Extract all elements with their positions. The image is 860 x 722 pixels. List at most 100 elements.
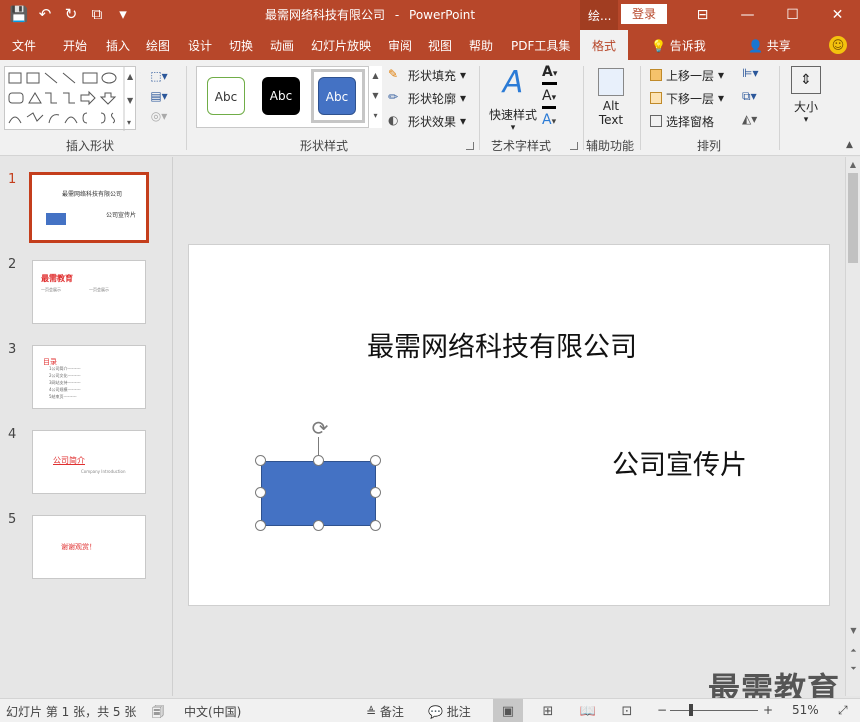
maximize-icon[interactable]: ☐ xyxy=(770,0,815,30)
feedback-smile-icon[interactable]: ☺ xyxy=(829,36,847,54)
resize-handle-top[interactable] xyxy=(313,455,324,466)
text-effects-button[interactable]: A▾ xyxy=(542,112,556,130)
fit-to-window-icon[interactable]: ⤢ xyxy=(838,703,848,718)
shape-fill-label: 形状填充 xyxy=(408,68,457,83)
language-indicator[interactable]: 中文(中国) xyxy=(184,703,241,720)
pane-divider[interactable] xyxy=(172,157,173,696)
slide-canvas[interactable]: 最需网络科技有限公司 公司宣传片 ⟳ xyxy=(188,244,830,606)
next-slide-icon[interactable]: ⏷ xyxy=(846,663,860,675)
thumbnail-slide-3[interactable]: 目录 1公司简介--------- 2公司文化--------- 3网站支持--… xyxy=(32,345,146,409)
dialog-launcher-icon[interactable] xyxy=(466,142,474,150)
tab-design[interactable]: 设计 xyxy=(188,37,212,54)
quick-styles-button[interactable]: A 快速样式 ▾ xyxy=(486,66,540,134)
text-box-icon[interactable]: ▤▾ xyxy=(144,86,174,106)
style-gallery-scroll: ▲ ▼ ▾ xyxy=(368,66,382,128)
slide-subtitle[interactable]: 公司宣传片 xyxy=(612,443,747,482)
group-objects-icon[interactable]: ⧉▾ xyxy=(742,89,757,104)
zoom-out-icon[interactable]: − xyxy=(657,703,667,717)
customize-qat-icon[interactable]: ▾ xyxy=(112,3,134,25)
shape-style-black[interactable]: Abc xyxy=(262,77,300,115)
send-backward-button[interactable]: 下移一层 ▾ xyxy=(650,88,724,108)
zoom-level[interactable]: 51% xyxy=(792,703,819,717)
resize-handle-top-left[interactable] xyxy=(255,455,266,466)
shape-style-blue[interactable]: Abc xyxy=(318,77,356,115)
text-outline-button[interactable]: A▾ xyxy=(542,88,557,109)
shape-effects-button[interactable]: ◐ 形状效果 ▾ xyxy=(388,111,466,131)
slide-sorter-view-icon[interactable]: ⊞ xyxy=(533,699,563,722)
alt-text-button[interactable]: Alt Text xyxy=(592,66,630,127)
collapse-ribbon-icon[interactable]: ▲ xyxy=(846,140,853,150)
gallery-down-icon[interactable]: ▼ xyxy=(369,86,382,106)
tab-draw[interactable]: 绘图 xyxy=(146,37,170,54)
tab-format[interactable]: 格式 xyxy=(580,30,629,60)
rotate-handle-icon[interactable]: ⟳ xyxy=(309,417,331,439)
gallery-up-icon[interactable]: ▲ xyxy=(369,66,382,86)
zoom-in-icon[interactable]: + xyxy=(763,703,773,717)
tab-pdf-tools[interactable]: PDF工具集 xyxy=(511,37,570,54)
shapes-gallery[interactable]: ▲ ▼ ▾ xyxy=(4,66,136,131)
zoom-slider-knob[interactable] xyxy=(689,704,693,716)
selected-rectangle-shape[interactable] xyxy=(261,461,376,526)
tab-help[interactable]: 帮助 xyxy=(469,37,493,54)
tab-file[interactable]: 文件 xyxy=(12,37,36,54)
shape-style-outline[interactable]: Abc xyxy=(207,77,245,115)
tell-me[interactable]: 💡 告诉我 xyxy=(651,37,706,54)
chevron-down-icon: ▾ xyxy=(718,91,725,105)
share-button[interactable]: 👤 共享 xyxy=(748,37,791,54)
shape-fill-button[interactable]: ✎ 形状填充 ▾ xyxy=(388,65,466,85)
undo-icon[interactable]: ↶ xyxy=(34,3,56,25)
selection-pane-button[interactable]: 选择窗格 xyxy=(650,111,714,131)
start-presentation-icon[interactable]: ⧉ xyxy=(86,3,108,25)
thumbnail-slide-1[interactable]: 最需网络科技有限公司 公司宣传片 xyxy=(29,172,149,243)
bring-forward-button[interactable]: 上移一层 ▾ xyxy=(650,65,724,85)
dialog-launcher-icon[interactable] xyxy=(570,142,578,150)
thumbnail-slide-4[interactable]: 公司简介 Company Introduction xyxy=(32,430,146,494)
save-icon[interactable]: 💾 xyxy=(8,3,30,25)
reading-view-icon[interactable]: 📖 xyxy=(573,699,603,722)
thumbnail-slide-5[interactable]: 谢谢观赏！ xyxy=(32,515,146,579)
gallery-more-icon[interactable]: ▾ xyxy=(369,106,382,126)
previous-slide-icon[interactable]: ⏶ xyxy=(846,645,860,657)
resize-handle-bottom-right[interactable] xyxy=(370,520,381,531)
scroll-up-icon[interactable]: ▲ xyxy=(846,157,860,172)
minimize-icon[interactable]: — xyxy=(725,0,770,30)
ribbon-display-options-icon[interactable]: ⊟ xyxy=(680,0,725,30)
redo-icon[interactable]: ↻ xyxy=(60,3,82,25)
svg-text:▾: ▾ xyxy=(127,118,131,127)
resize-handle-bottom-left[interactable] xyxy=(255,520,266,531)
comments-button[interactable]: 💬 批注 xyxy=(428,703,471,720)
text-fill-button[interactable]: A▾ xyxy=(542,64,558,85)
login-button[interactable]: 登录 xyxy=(621,4,667,24)
tab-view[interactable]: 视图 xyxy=(428,37,452,54)
rotate-icon[interactable]: ◭▾ xyxy=(742,112,757,126)
tab-slideshow[interactable]: 幻灯片放映 xyxy=(311,37,371,54)
resize-handle-right[interactable] xyxy=(370,487,381,498)
vertical-scrollbar[interactable]: ▲ ▼ ⏶ ⏷ xyxy=(845,157,860,696)
resize-handle-top-right[interactable] xyxy=(370,455,381,466)
thumbnail-slide-2[interactable]: 最需教育 一页会展示 一页会展示 xyxy=(32,260,146,324)
tab-transitions[interactable]: 切换 xyxy=(229,37,253,54)
resize-handle-bottom[interactable] xyxy=(313,520,324,531)
notes-button[interactable]: ≜ 备注 xyxy=(366,703,404,720)
merge-shapes-icon[interactable]: ◎▾ xyxy=(144,106,174,126)
scroll-thumb[interactable] xyxy=(848,173,858,263)
shape-outline-button[interactable]: ✏ 形状轮廓 ▾ xyxy=(388,88,466,108)
tab-home[interactable]: 开始 xyxy=(63,37,87,54)
align-icon[interactable]: ⊫▾ xyxy=(742,66,758,80)
svg-text:▼: ▼ xyxy=(127,96,134,105)
spell-check-icon[interactable]: 🗐 xyxy=(152,703,164,722)
shape-style-gallery[interactable]: Abc Abc Abc xyxy=(196,66,382,128)
zoom-slider[interactable] xyxy=(670,710,758,711)
size-button[interactable]: ⇕ 大小 ▾ xyxy=(788,66,824,125)
slide-title[interactable]: 最需网络科技有限公司 xyxy=(367,325,637,364)
resize-handle-left[interactable] xyxy=(255,487,266,498)
slideshow-view-icon[interactable]: ⊡ xyxy=(612,699,642,722)
tab-animations[interactable]: 动画 xyxy=(270,37,294,54)
close-icon[interactable]: ✕ xyxy=(815,0,860,30)
scroll-down-icon[interactable]: ▼ xyxy=(846,625,860,637)
tab-review[interactable]: 审阅 xyxy=(388,37,412,54)
normal-view-icon[interactable]: ▣ xyxy=(493,699,523,722)
tab-insert[interactable]: 插入 xyxy=(106,37,130,54)
window-controls: ⊟ — ☐ ✕ xyxy=(680,0,860,30)
edit-shape-icon[interactable]: ⬚▾ xyxy=(144,66,174,86)
